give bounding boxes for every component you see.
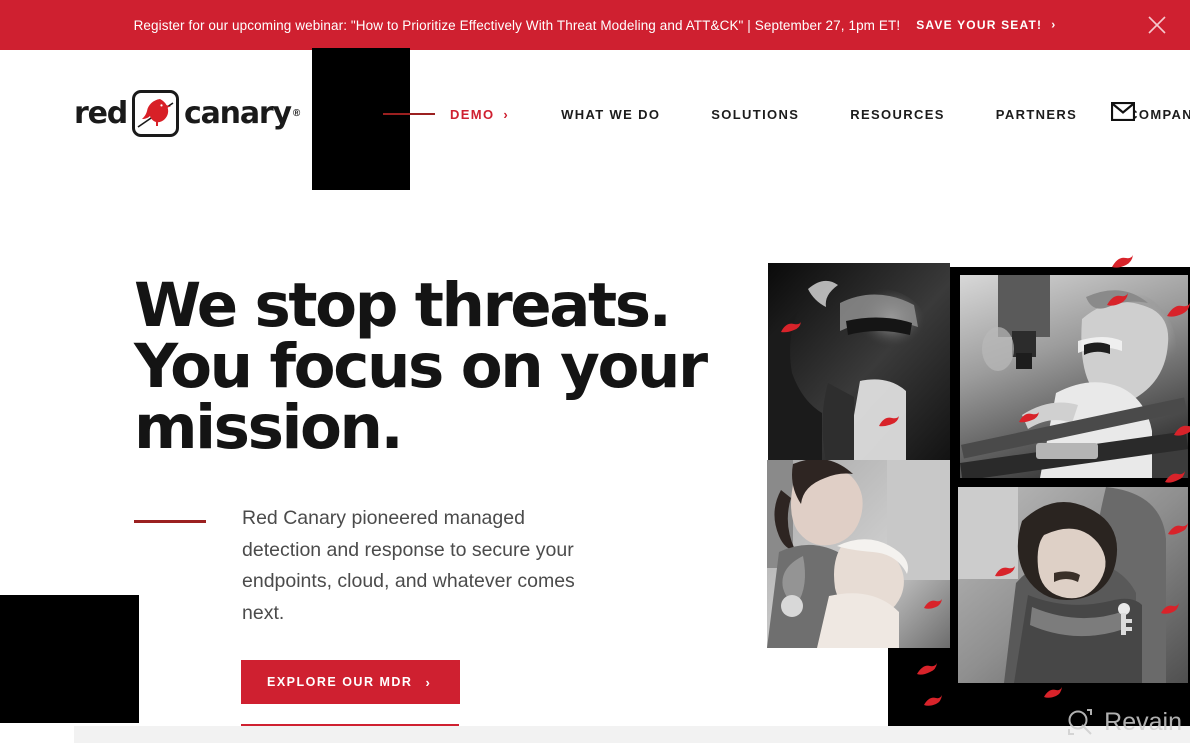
- red-bird-accent: [1107, 293, 1128, 306]
- main-navigation: DEMO › WHAT WE DO SOLUTIONS RESOURCES PA…: [383, 102, 1190, 126]
- revain-watermark: Revain: [1065, 707, 1182, 737]
- red-bird-accent: [1167, 303, 1190, 317]
- red-bird-accent: [1165, 471, 1185, 483]
- red-bird-accent: [995, 566, 1015, 577]
- red-bird-accent: [924, 695, 942, 706]
- hero-paragraph: Red Canary pioneered managed detection a…: [242, 507, 575, 624]
- decorative-bottom-strip: [74, 726, 1190, 743]
- registered-trademark-icon: ®: [292, 108, 301, 119]
- red-bird-accent: [1168, 523, 1188, 535]
- close-icon: [1148, 16, 1166, 34]
- announcement-message: Register for our upcoming webinar: "How …: [133, 17, 901, 33]
- nav-item-partners[interactable]: PARTNERS: [996, 107, 1077, 122]
- chevron-right-icon: ›: [425, 674, 432, 690]
- announcement-banner: Register for our upcoming webinar: "How …: [0, 0, 1190, 50]
- logo-word-red: red: [74, 95, 128, 131]
- site-logo[interactable]: red canary ®: [74, 90, 300, 137]
- nav-accent-dash: [383, 113, 435, 115]
- red-bird-accent: [917, 663, 937, 675]
- photo-vr-headset: [768, 263, 950, 461]
- chevron-right-icon: ›: [503, 106, 510, 122]
- logo-word-canary: canary: [184, 95, 292, 131]
- page-title: We stop threats. You focus on your missi…: [134, 270, 708, 463]
- red-bird-accent: [924, 599, 942, 609]
- revain-watermark-label: Revain: [1104, 707, 1182, 736]
- hero-accent-dash: [134, 520, 206, 523]
- nav-item-demo[interactable]: DEMO ›: [450, 107, 509, 122]
- photo-nurse-and-child: [767, 460, 950, 648]
- decorative-black-block-bottom-left: [0, 595, 139, 723]
- red-bird-accent: [1044, 687, 1062, 698]
- hero-content: We stop threats. You focus on your missi…: [134, 270, 714, 704]
- red-bird-accent: [1174, 425, 1190, 436]
- photo-lab-technician: [960, 275, 1188, 478]
- red-bird-accent: [1019, 412, 1039, 423]
- explore-our-mdr-label: EXPLORE OUR MDR: [267, 675, 413, 689]
- save-your-seat-link[interactable]: SAVE YOUR SEAT! ›: [916, 17, 1057, 33]
- photo-embrace: [958, 487, 1188, 683]
- chevron-right-icon: ›: [1051, 17, 1057, 32]
- nav-item-demo-label: DEMO: [450, 106, 495, 122]
- red-bird-accent: [1161, 603, 1179, 614]
- nav-item-solutions[interactable]: SOLUTIONS: [711, 107, 799, 122]
- nav-item-resources[interactable]: RESOURCES: [850, 107, 945, 122]
- red-bird-accent: [781, 322, 801, 333]
- revain-logo-icon: [1065, 707, 1095, 737]
- contact-mail-button[interactable]: [1111, 99, 1135, 123]
- hero-image-collage: [760, 255, 1190, 743]
- mail-envelope-icon: [1111, 101, 1135, 121]
- canary-bird-icon: [132, 90, 180, 137]
- red-bird-accent: [879, 416, 899, 427]
- close-banner-button[interactable]: [1142, 10, 1172, 40]
- hero-subtext-block: Red Canary pioneered managed detection a…: [134, 503, 602, 629]
- explore-our-mdr-button[interactable]: EXPLORE OUR MDR ›: [241, 660, 460, 704]
- save-your-seat-label: SAVE YOUR SEAT!: [916, 18, 1043, 32]
- page-root: Register for our upcoming webinar: "How …: [0, 0, 1190, 743]
- red-bird-accent: [1112, 255, 1133, 268]
- nav-item-what-we-do[interactable]: WHAT WE DO: [561, 107, 660, 122]
- site-header: red canary ® DEMO › WHAT WE DO SOLUTIONS…: [0, 50, 1190, 175]
- nav-item-company[interactable]: COMPANY: [1128, 107, 1190, 122]
